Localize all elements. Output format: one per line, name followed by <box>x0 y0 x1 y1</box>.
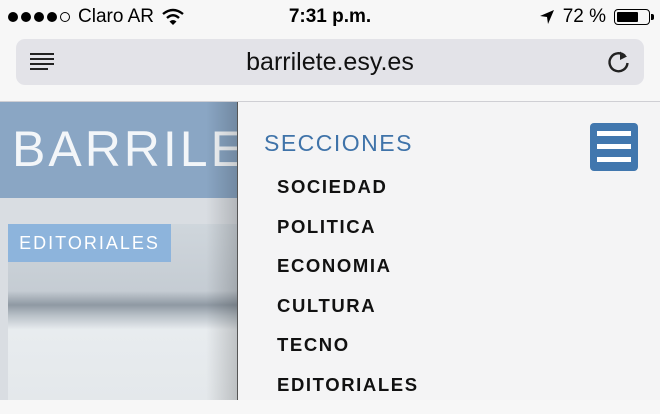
battery-percentage: 72 % <box>562 6 606 27</box>
status-right: 72 % <box>539 6 654 28</box>
battery-icon <box>614 9 654 25</box>
url-text[interactable]: barrilete.esy.es <box>16 48 644 77</box>
menu-title: SECCIONES <box>264 130 413 156</box>
category-badge[interactable]: EDITORIALES <box>8 224 171 262</box>
site-logo[interactable]: BARRILE <box>12 120 238 178</box>
menu-item-editoriales[interactable]: EDITORIALES <box>277 374 419 414</box>
menu-shadow <box>206 102 238 400</box>
page-behind-menu: BARRILE EDITORIALES <box>0 102 238 400</box>
battery-fill <box>617 12 638 22</box>
location-arrow-icon <box>539 10 554 24</box>
menu-item-tecno[interactable]: TECNO <box>277 334 419 374</box>
reload-icon[interactable] <box>606 48 632 76</box>
menu-list: SOCIEDAD POLITICA ECONOMIA CULTURA TECNO… <box>277 176 419 414</box>
address-bar[interactable]: barrilete.esy.es <box>16 39 644 85</box>
hamburger-menu-icon[interactable] <box>590 123 638 171</box>
menu-item-economia[interactable]: ECONOMIA <box>277 255 419 295</box>
sections-menu: SECCIONES SOCIEDAD POLITICA ECONOMIA CUL… <box>238 102 660 400</box>
status-bar: Claro AR 7:31 p.m. 72 % <box>0 0 660 36</box>
menu-item-politica[interactable]: POLITICA <box>277 216 419 256</box>
menu-item-cultura[interactable]: CULTURA <box>277 295 419 335</box>
menu-item-sociedad[interactable]: SOCIEDAD <box>277 176 419 216</box>
site-header: BARRILE <box>0 102 238 198</box>
